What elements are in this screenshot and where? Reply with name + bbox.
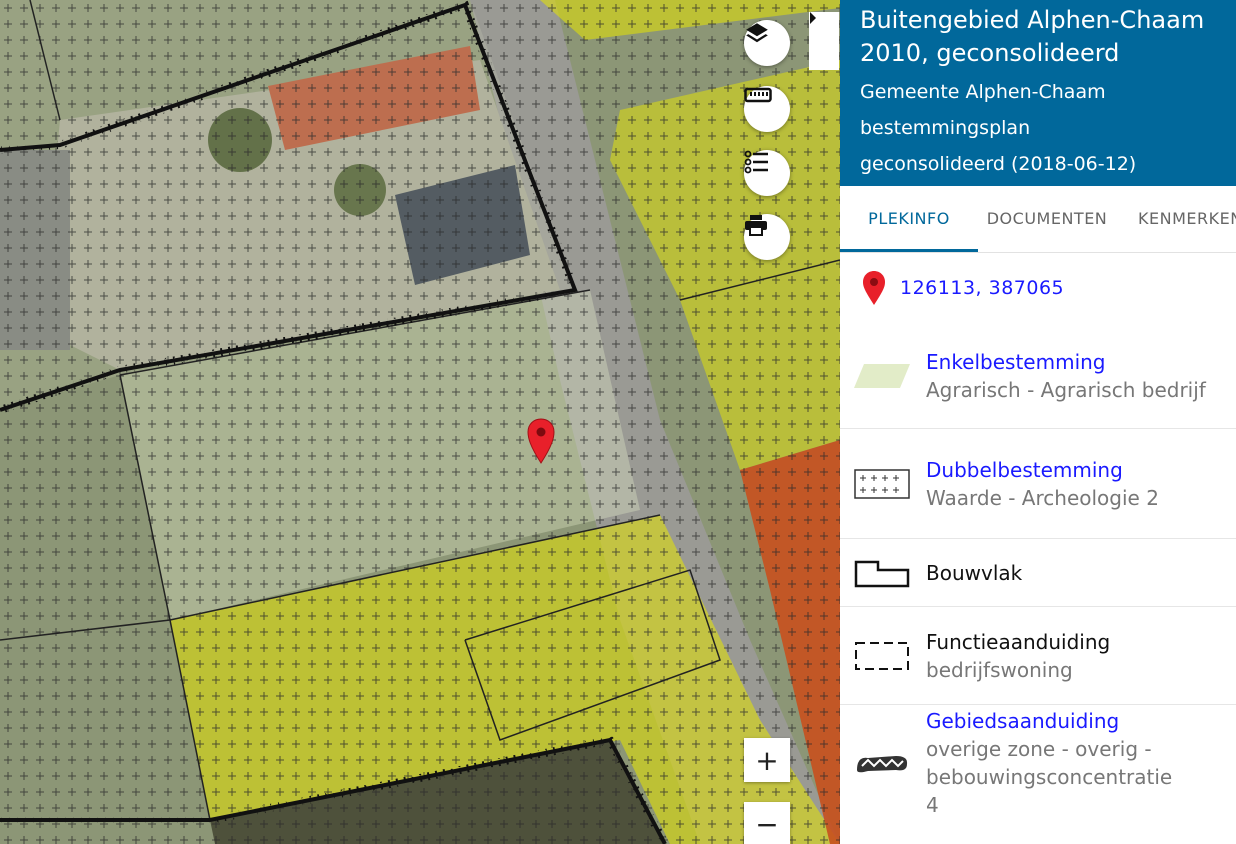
layers-icon xyxy=(746,23,768,43)
legend-subtitle: Agrarisch - Agrarisch bedrijf xyxy=(926,377,1206,402)
legend-item-bouwvlak: Bouwvlak xyxy=(840,539,1236,607)
crosshatch-box-icon xyxy=(854,468,910,499)
list-icon xyxy=(744,150,768,174)
location-pin-icon xyxy=(863,271,885,305)
plan-status: geconsolideerd (2018-06-12) xyxy=(860,153,1137,175)
plan-title: Buitengebied Alphen-Chaam 2010, geconsol… xyxy=(860,6,1205,67)
parallelogram-fill-icon xyxy=(854,361,910,391)
plan-municipality: Gemeente Alphen-Chaam xyxy=(860,81,1106,103)
aerial-map-layer xyxy=(0,0,840,844)
legend-subtitle: Waarde - Archeologie 2 xyxy=(926,485,1159,510)
legend-subtitle: bedrijfswoning xyxy=(926,657,1073,682)
building-outline-icon xyxy=(854,558,910,588)
legend-item-enkelbestemming: Enkelbestemming Agrarisch - Agrarisch be… xyxy=(840,323,1236,429)
measure-button[interactable] xyxy=(744,86,790,132)
coordinates-row: 126113, 387065 xyxy=(840,253,1236,323)
tab-plekinfo[interactable]: PLEKINFO xyxy=(840,186,978,252)
chevron-right-icon xyxy=(810,12,816,24)
legend-title: Bouwvlak xyxy=(926,560,1023,585)
collapse-panel-button[interactable] xyxy=(809,12,839,70)
zoom-in-button[interactable]: + xyxy=(744,738,790,782)
layers-button[interactable] xyxy=(744,20,790,66)
tab-kenmerken[interactable]: KENMERKEN xyxy=(1116,186,1236,252)
zoom-out-button[interactable]: − xyxy=(744,802,790,844)
plan-header: Buitengebied Alphen-Chaam 2010, geconsol… xyxy=(840,0,1236,186)
ruler-icon xyxy=(744,87,772,103)
plan-type: bestemmingsplan xyxy=(860,117,1031,139)
legend-item-functieaanduiding: Functieaanduiding bedrijfswoning xyxy=(840,607,1236,705)
info-panel: Buitengebied Alphen-Chaam 2010, geconsol… xyxy=(840,0,1236,844)
map-view[interactable]: + − xyxy=(0,0,840,844)
coordinates-link[interactable]: 126113, 387065 xyxy=(900,277,1064,299)
tab-documenten[interactable]: DOCUMENTEN xyxy=(978,186,1116,252)
printer-icon xyxy=(745,215,767,236)
legend-title-link[interactable]: Gebiedsaanduiding xyxy=(926,707,1186,735)
tab-bar: PLEKINFO DOCUMENTEN KENMERKEN xyxy=(840,186,1236,253)
dashed-box-icon xyxy=(854,641,910,671)
legend-title: Functieaanduiding xyxy=(926,629,1111,654)
legend-title-link[interactable]: Enkelbestemming xyxy=(926,348,1206,376)
zigzag-band-icon xyxy=(854,748,910,778)
legend-item-dubbelbestemming: Dubbelbestemming Waarde - Archeologie 2 xyxy=(840,429,1236,539)
legend-button[interactable] xyxy=(744,150,790,196)
legend-title-link[interactable]: Dubbelbestemming xyxy=(926,456,1159,484)
legend-item-gebiedsaanduiding: Gebiedsaanduiding overige zone - overig … xyxy=(840,705,1236,821)
print-button[interactable] xyxy=(744,214,790,260)
legend-subtitle: overige zone - overig - bebouwingsconcen… xyxy=(926,737,1173,817)
